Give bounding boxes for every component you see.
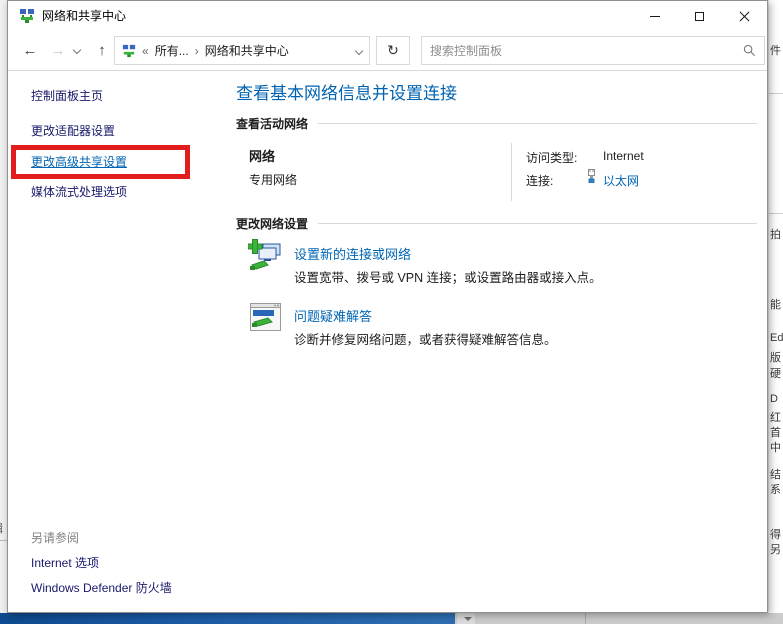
bg-right-window-sliver: 件拍能 Ed 版硬D红首中结系得另 [769,0,783,613]
bg-fragment-text: 结 [770,466,781,482]
bg-fragment-text: Ed [770,332,783,344]
active-network-divider [511,143,512,201]
forward-button[interactable]: → [46,31,70,71]
sidebar-item-internet-options[interactable]: Internet 选项 [31,554,99,571]
troubleshoot-icon [248,301,284,335]
active-network-name: 网络 [249,146,275,165]
bg-fragment-text: 红 [770,409,781,425]
bg-fragment-text: 硬 [770,365,781,381]
bg-divider [585,613,586,624]
section-rule [318,123,757,124]
bg-fragment-text: 版 [770,349,781,365]
refresh-button[interactable]: ↻ [376,36,410,65]
section-view-active-networks: 查看活动网络 [236,115,757,132]
setup-new-connection-link[interactable]: 设置新的连接或网络 [294,244,411,263]
breadcrumb-separator-icon[interactable]: › [195,44,199,58]
scroll-down-icon [464,617,472,621]
window-title: 网络和共享中心 [42,1,126,31]
see-also-header: 另请参阅 [31,529,79,546]
desktop: 辑 件拍能 Ed 版硬D红首中结系得另 网络和共享中心 [0,0,783,624]
page-title: 查看基本网络信息并设置连接 [236,79,457,104]
section-title: 更改网络设置 [236,215,308,232]
minimize-icon [650,16,660,17]
bg-divider [0,540,7,541]
section-title: 查看活动网络 [236,115,308,132]
ethernet-link[interactable]: 以太网 [603,172,639,189]
bg-fragment-text: 得 [770,526,781,542]
window-controls [632,1,767,31]
back-button[interactable]: ← [18,31,42,71]
network-sharing-center-window: 网络和共享中心 ← → ↑ « 所有... › 网络和共享中心 [7,0,768,613]
address-dropdown-chevron-icon[interactable] [355,46,363,54]
sidebar-item-windows-defender-firewall[interactable]: Windows Defender 防火墙 [31,579,172,596]
up-button[interactable]: ↑ [90,31,114,71]
bg-scrollbar-button [457,613,475,624]
sidebar-item-change-adapter-settings[interactable]: 更改适配器设置 [31,122,115,139]
bg-fragment-text: 系 [770,481,781,497]
ethernet-plug-icon [585,168,598,184]
breadcrumb-parent[interactable]: 所有... [155,42,189,59]
bg-fragment-text: 中 [770,439,781,455]
minimize-button[interactable] [632,1,677,31]
recent-locations-chevron-icon[interactable] [73,46,81,54]
bg-fragment-text: 另 [770,541,781,557]
navigation-bar: ← → ↑ « 所有... › 网络和共享中心 ↻ [8,31,767,71]
search-input[interactable] [430,44,743,58]
bg-left-window-sliver: 辑 [0,0,7,613]
troubleshoot-problems-link[interactable]: 问题疑难解答 [294,306,372,325]
active-network-profile: 专用网络 [249,171,297,188]
section-rule [318,223,757,224]
access-type-value: Internet [603,149,644,163]
bg-fragment-text: 能 [770,296,781,312]
section-change-network-settings: 更改网络设置 [236,215,757,232]
bg-divider [769,213,783,214]
maximize-icon [695,12,704,21]
breadcrumb-current[interactable]: 网络和共享中心 [205,42,289,59]
access-type-label: 访问类型: [526,149,577,166]
address-bar[interactable]: « 所有... › 网络和共享中心 [114,36,370,65]
connections-label: 连接: [526,172,553,189]
bg-fragment-text: 辑 [0,520,3,536]
new-connection-icon [248,239,284,273]
sidebar-item-media-streaming-options[interactable]: 媒体流式处理选项 [31,183,127,200]
search-box[interactable] [421,36,765,65]
close-icon [739,11,750,22]
breadcrumb-root-chevron[interactable]: « [142,44,149,58]
maximize-button[interactable] [677,1,722,31]
address-location-icon [122,44,136,58]
bg-window-bottom-strip [455,613,783,624]
bg-fragment-text: 首 [770,424,781,440]
bg-fragment-text: 件 [770,42,781,58]
desktop-wallpaper-strip [0,613,455,624]
bg-fragment-text: D [770,393,778,405]
close-button[interactable] [722,1,767,31]
bg-fragment-text: 拍 [770,226,781,242]
troubleshoot-problems-description: 诊断并修复网络问题，或者获得疑难解答信息。 [294,329,557,348]
bg-divider [769,93,783,94]
network-sharing-icon [19,8,35,24]
annotation-highlight-box [11,145,190,179]
search-icon[interactable] [743,44,756,57]
setup-new-connection-description: 设置宽带、拨号或 VPN 连接；或设置路由器或接入点。 [294,267,602,286]
title-bar: 网络和共享中心 [8,1,767,31]
sidebar-item-control-panel-home[interactable]: 控制面板主页 [31,87,103,104]
